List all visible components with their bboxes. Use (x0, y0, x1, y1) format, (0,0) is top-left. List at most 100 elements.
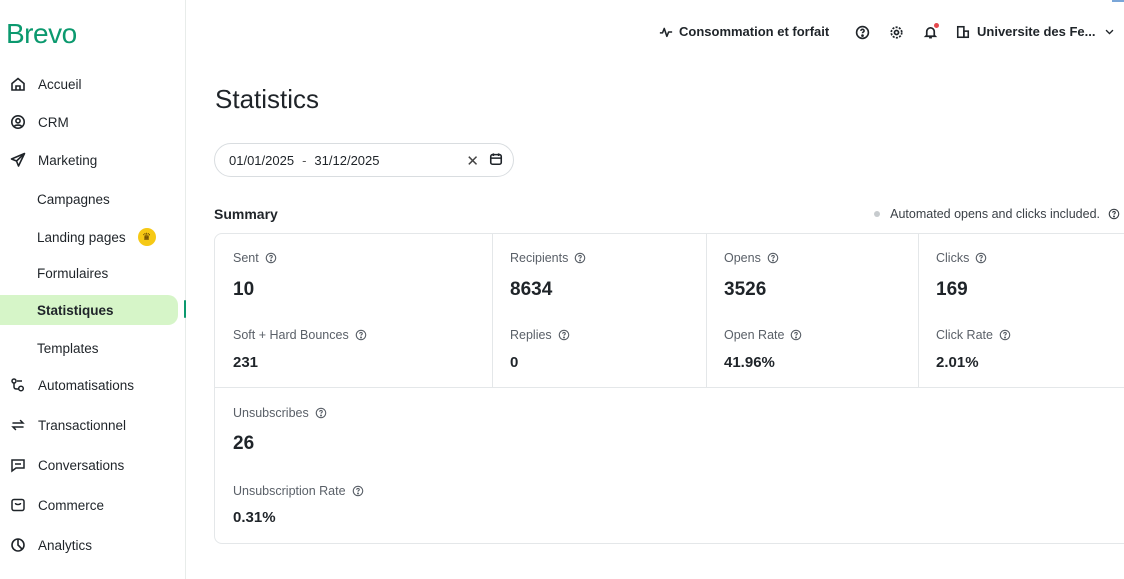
stat-label-unsubscribes: Unsubscribes (233, 406, 327, 420)
stat-label-bounces: Soft + Hard Bounces (233, 328, 367, 342)
automated-note-text: Automated opens and clicks included. (890, 207, 1100, 221)
sidebar-item-label: Landing pages (37, 229, 126, 245)
plan-usage-label: Consommation et forfait (679, 24, 830, 39)
sidebar-item-campagnes[interactable]: Campagnes (0, 184, 178, 214)
stat-label-text: Replies (510, 328, 552, 342)
stat-label-text: Unsubscribes (233, 406, 309, 420)
help-icon[interactable] (574, 252, 586, 264)
sidebar-item-automatisations[interactable]: Automatisations (0, 370, 186, 400)
notification-badge (934, 23, 939, 28)
divider (706, 234, 707, 387)
help-icon[interactable] (1108, 208, 1120, 220)
sidebar: Brevo Accueil CRM Marketing Campagnes La… (0, 0, 186, 579)
stat-label-text: Recipients (510, 251, 569, 265)
sidebar-item-conversations[interactable]: Conversations (0, 450, 186, 480)
help-icon[interactable] (265, 252, 277, 264)
help-icon[interactable] (355, 329, 367, 341)
date-separator: - (302, 152, 307, 168)
contacts-icon (10, 114, 26, 130)
help-icon[interactable] (790, 329, 802, 341)
stat-label-text: Click Rate (936, 328, 993, 342)
stat-label-open-rate: Open Rate (724, 328, 802, 342)
notifications-icon[interactable] (922, 23, 939, 40)
stat-label-text: Sent (233, 251, 259, 265)
date-end: 31/12/2025 (314, 152, 380, 168)
transfer-icon (10, 417, 26, 433)
stat-label-replies: Replies (510, 328, 570, 342)
stat-label-click-rate: Click Rate (936, 328, 1011, 342)
stat-label-text: Open Rate (724, 328, 785, 342)
stat-value-unsubscription-rate: 0.31% (233, 509, 276, 526)
activity-icon (659, 25, 673, 39)
stat-label-opens: Opens (724, 251, 779, 265)
sidebar-item-formulaires[interactable]: Formulaires (0, 258, 178, 288)
sidebar-item-crm[interactable]: CRM (0, 107, 186, 137)
help-icon[interactable] (975, 252, 987, 264)
summary-title: Summary (214, 206, 278, 222)
sidebar-item-label: Commerce (38, 497, 105, 513)
help-icon[interactable] (558, 329, 570, 341)
sidebar-item-label: Automatisations (38, 377, 135, 393)
sidebar-item-statistiques[interactable]: Statistiques (0, 295, 178, 325)
calendar-icon[interactable] (489, 152, 503, 166)
sidebar-item-analytics[interactable]: Analytics (0, 530, 186, 560)
sidebar-item-label: Marketing (38, 152, 98, 168)
sidebar-item-label: Campagnes (37, 191, 110, 207)
clear-icon[interactable]: ✕ (466, 152, 479, 170)
plan-usage-link[interactable]: Consommation et forfait (659, 24, 829, 39)
sidebar-item-marketing[interactable]: Marketing (0, 145, 186, 175)
stat-value-opens: 3526 (724, 279, 767, 300)
stat-label-text: Soft + Hard Bounces (233, 328, 349, 342)
stat-label-recipients: Recipients (510, 251, 586, 265)
stat-value-sent: 10 (233, 279, 255, 300)
pie-chart-icon (10, 537, 26, 553)
stat-value-bounces: 231 (233, 354, 259, 371)
home-icon (10, 76, 26, 92)
sidebar-item-accueil[interactable]: Accueil (0, 69, 186, 99)
sidebar-item-landing-pages[interactable]: Landing pages ♛ (0, 222, 178, 252)
divider (492, 234, 493, 387)
settings-icon[interactable] (888, 24, 904, 40)
account-label: Universite des Fe... (977, 24, 1096, 39)
sidebar-item-transactionnel[interactable]: Transactionnel (0, 410, 186, 440)
sidebar-item-templates[interactable]: Templates (0, 333, 178, 363)
stat-label-text: Opens (724, 251, 761, 265)
stat-label-clicks: Clicks (936, 251, 987, 265)
stat-value-unsubscribes: 26 (233, 433, 255, 454)
divider (215, 387, 1124, 388)
divider (918, 234, 919, 387)
stat-value-replies: 0 (510, 354, 519, 371)
sidebar-item-label: CRM (38, 114, 69, 130)
sidebar-item-label: Conversations (38, 457, 125, 473)
help-icon[interactable] (999, 329, 1011, 341)
crown-icon: ♛ (137, 228, 156, 246)
status-dot (874, 211, 881, 217)
sidebar-item-label: Transactionnel (38, 417, 127, 433)
automation-icon (10, 377, 26, 393)
help-icon[interactable] (352, 485, 364, 497)
stat-value-recipients: 8634 (510, 279, 553, 300)
chevron-down-icon (1104, 26, 1115, 37)
sidebar-item-label: Formulaires (37, 265, 109, 281)
stat-label-sent: Sent (233, 251, 277, 265)
account-menu[interactable]: Universite des Fe... (956, 24, 1115, 39)
help-icon[interactable] (767, 252, 779, 264)
stat-label-text: Unsubscription Rate (233, 484, 346, 498)
top-bar: Consommation et forfait Universite des F… (186, 0, 1124, 60)
sidebar-item-label: Templates (37, 340, 99, 356)
automated-note: Automated opens and clicks included. (874, 207, 1120, 221)
stat-value-open-rate: 41.96% (724, 354, 775, 371)
stat-value-click-rate: 2.01% (936, 354, 979, 371)
stat-value-clicks: 169 (936, 279, 968, 300)
brevo-logo[interactable]: Brevo (6, 18, 77, 50)
date-range-input[interactable]: 01/01/2025 - 31/12/2025 ✕ (214, 143, 514, 177)
help-icon[interactable] (315, 407, 327, 419)
help-icon[interactable] (854, 24, 870, 40)
organization-icon (956, 25, 970, 39)
sidebar-item-label: Accueil (38, 76, 82, 92)
scroll-indicator (1112, 0, 1124, 2)
date-start: 01/01/2025 (229, 152, 295, 168)
sidebar-item-commerce[interactable]: Commerce (0, 490, 186, 520)
chat-icon (10, 457, 26, 473)
stat-label-unsubscription-rate: Unsubscription Rate (233, 484, 364, 498)
